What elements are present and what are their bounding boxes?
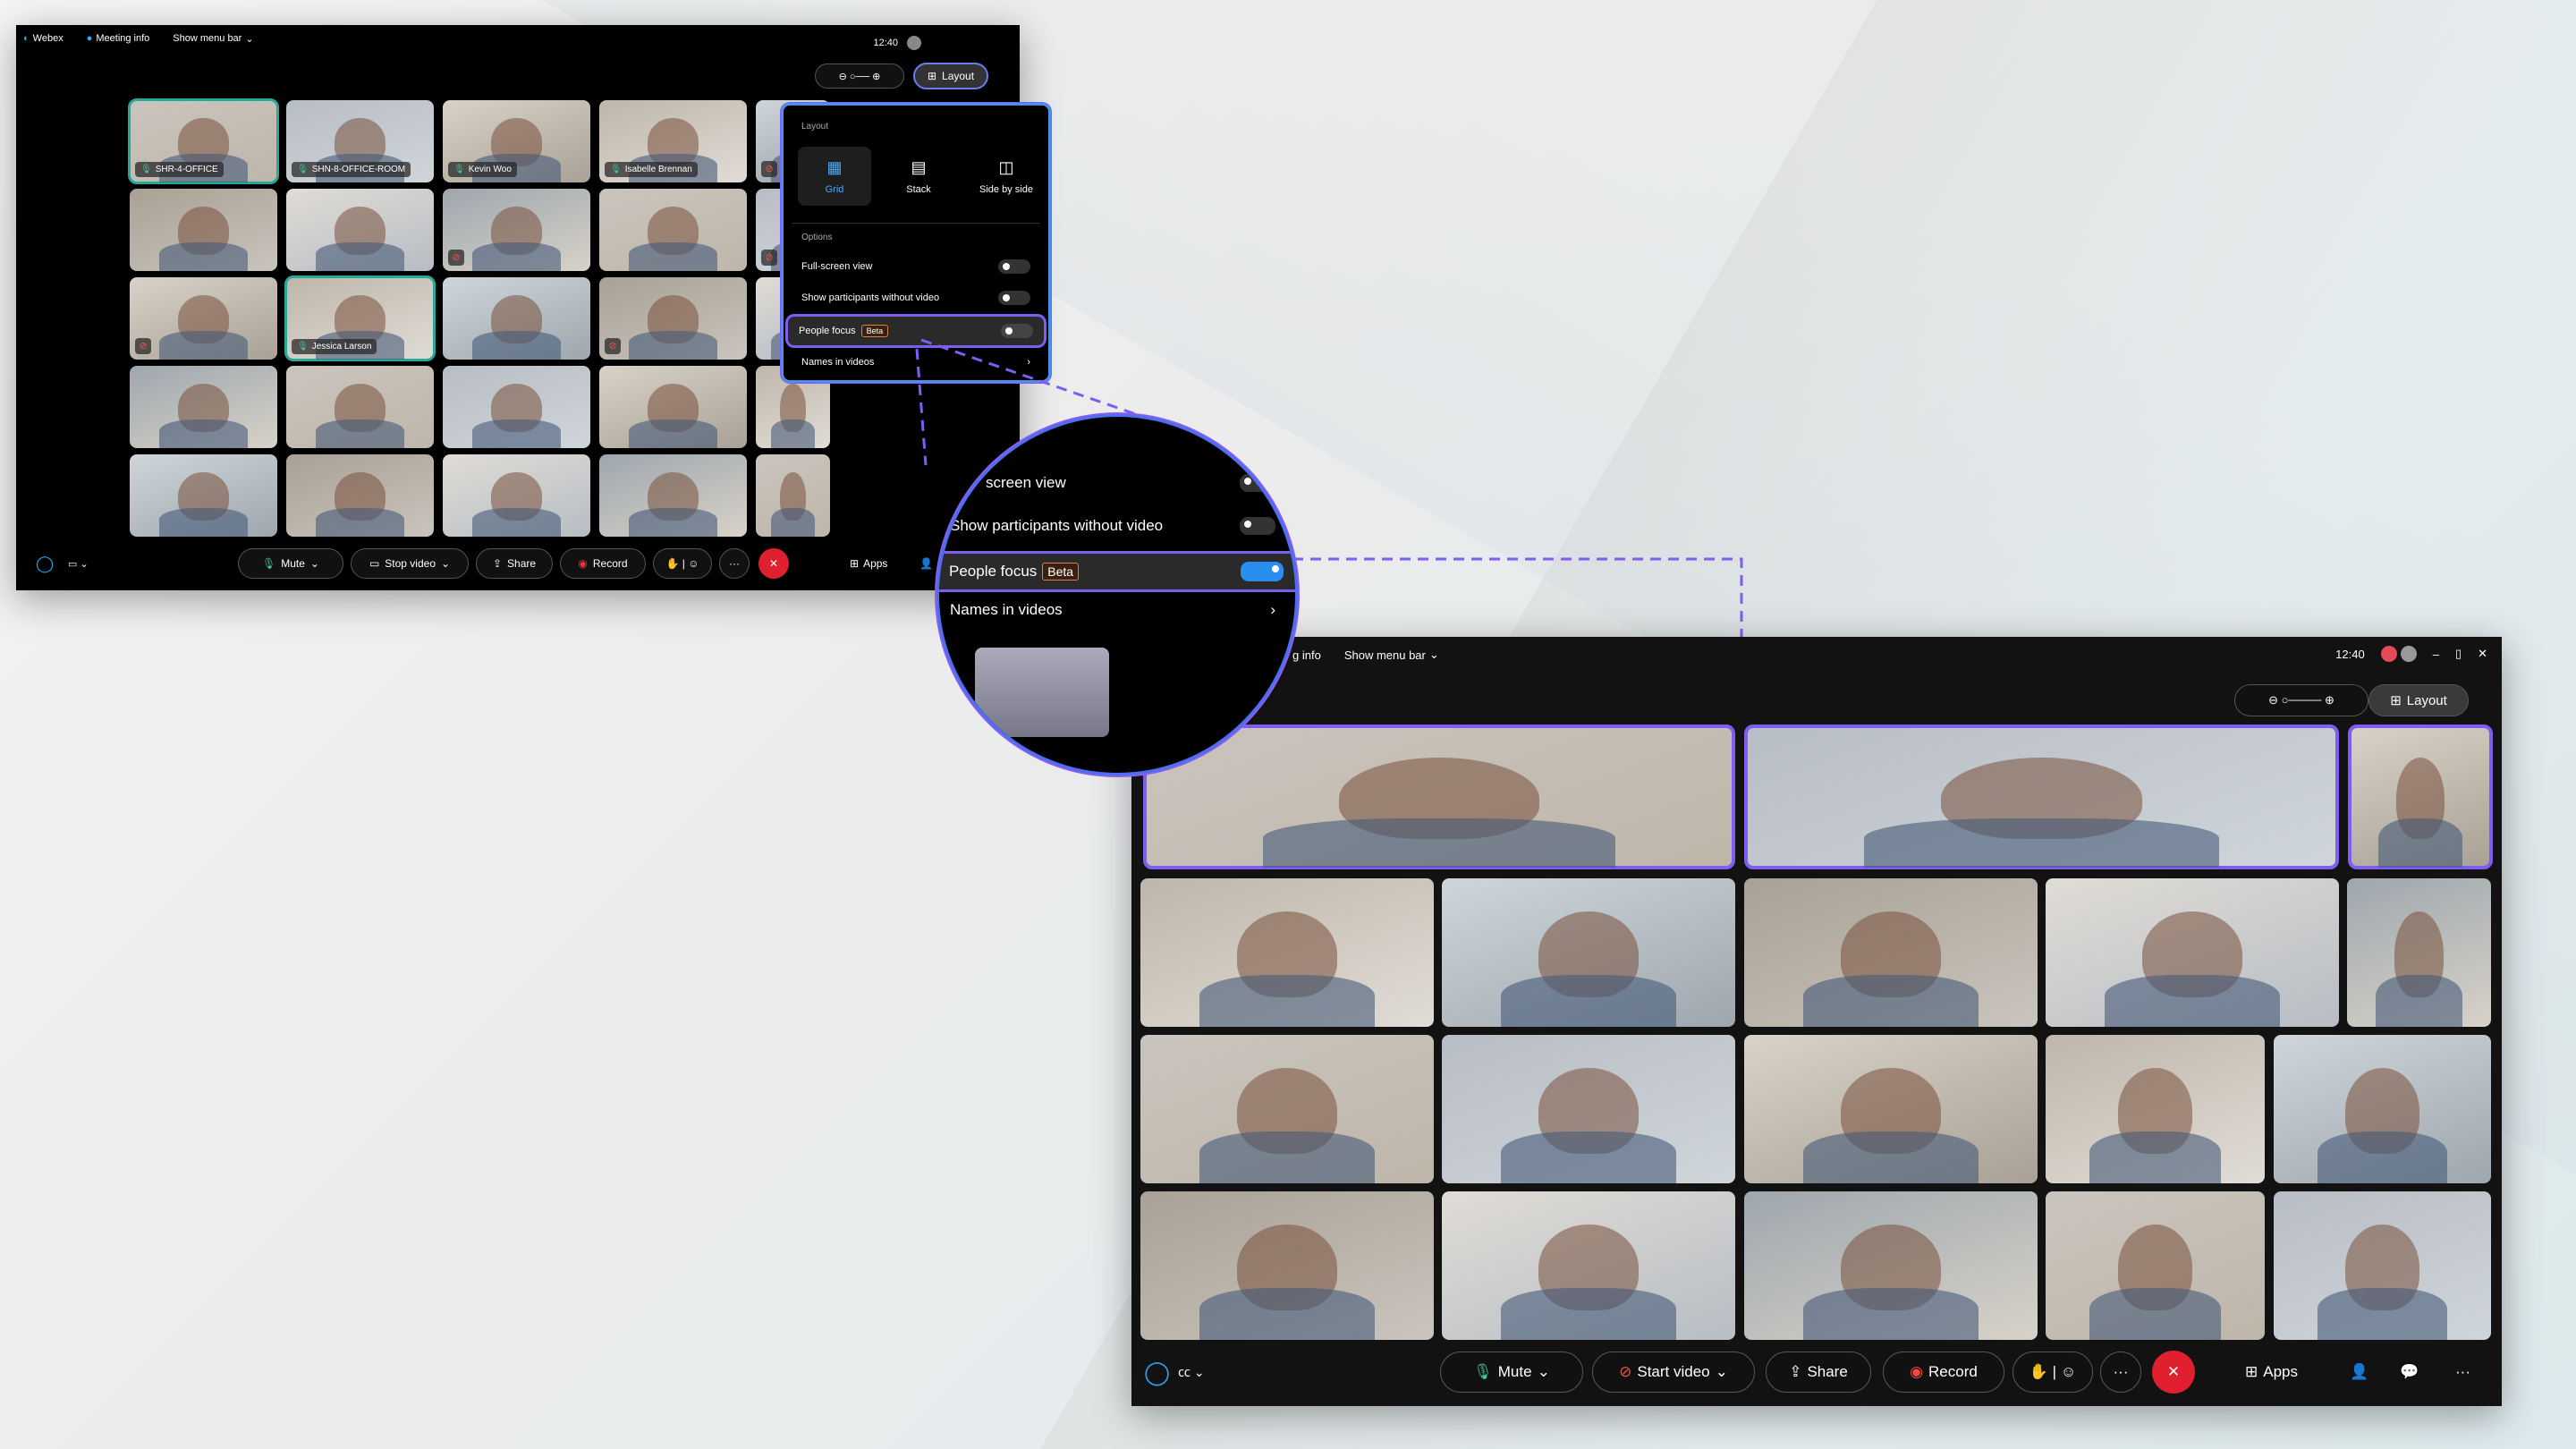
video-tile[interactable] <box>1744 1035 2038 1183</box>
video-tile[interactable] <box>2274 1191 2491 1340</box>
meeting-window-large: g info Show menu bar ⌄ 12:40 – ▯ ✕ ⊖ ○───… <box>1131 637 2502 1406</box>
video-tile[interactable] <box>1442 1191 1735 1340</box>
record-icon: ◉ <box>1910 1363 1924 1380</box>
video-tile[interactable] <box>1744 724 2339 869</box>
video-tile[interactable] <box>1140 878 1434 1027</box>
participant-video-body <box>2317 1131 2448 1183</box>
participant-video-body <box>2089 1287 2221 1340</box>
apps-icon: ⊞ <box>2245 1363 2258 1380</box>
participants-icon[interactable]: 👤 <box>2350 1363 2368 1381</box>
video-tile[interactable] <box>1744 878 2038 1027</box>
apps-button[interactable]: ⊞ Apps <box>2245 1363 2298 1381</box>
clock: 12:40 <box>2335 647 2365 661</box>
zoom-slider[interactable]: ⊖ ○──── ⊕ <box>2234 684 2368 716</box>
reactions-button[interactable]: ✋ | ☺ <box>2012 1352 2093 1393</box>
participant-video-body <box>1802 974 1979 1027</box>
participant-video-body <box>1199 1131 1376 1183</box>
video-tile[interactable] <box>1143 724 1735 869</box>
participant-video-body <box>1500 1287 1677 1340</box>
record-button[interactable]: ◉ Record <box>1883 1352 2004 1393</box>
recording-indicator-icon <box>2380 646 2397 662</box>
meeting-info-button[interactable]: g info <box>1292 648 1321 662</box>
show-participants-toggle[interactable] <box>1240 517 1275 535</box>
magnifier-callout: screen view Show participants without vi… <box>936 414 1298 775</box>
show-menu-bar-button[interactable]: Show menu bar ⌄ <box>1344 648 1439 662</box>
participant-video-body <box>2376 974 2462 1027</box>
participant-video-body <box>2317 1287 2448 1340</box>
video-tile[interactable] <box>2347 878 2491 1027</box>
video-tile[interactable] <box>2046 1035 2265 1183</box>
chat-icon[interactable]: 💬 <box>2400 1363 2419 1381</box>
people-focus-option: People focus Beta <box>939 551 1295 592</box>
video-tile[interactable] <box>2046 1191 2265 1340</box>
more-options-icon[interactable]: ··· <box>2455 1363 2470 1381</box>
participant-video-body <box>1500 1131 1677 1183</box>
full-screen-toggle[interactable] <box>1240 474 1275 492</box>
participant-video-body <box>1500 974 1677 1027</box>
avatar[interactable] <box>2400 646 2417 662</box>
participant-video-body <box>2104 974 2281 1027</box>
mute-button[interactable]: 🎙 Mute ⌄ <box>1440 1352 1583 1393</box>
video-tile[interactable] <box>1442 878 1735 1027</box>
video-tile[interactable] <box>2348 724 2493 869</box>
video-tile[interactable] <box>1744 1191 2038 1340</box>
participant-video-body <box>2377 818 2463 868</box>
participant-video-body <box>2089 1131 2221 1183</box>
video-tile[interactable] <box>2274 1035 2491 1183</box>
maximize-button[interactable]: ▯ <box>2455 647 2462 661</box>
participant-video-body <box>1199 1287 1376 1340</box>
names-in-videos-option[interactable]: Names in videos › <box>939 596 1286 624</box>
start-video-button[interactable]: ⊘ Start video ⌄ <box>1592 1352 1755 1393</box>
beta-badge: Beta <box>1042 563 1080 580</box>
captions-icon[interactable]: ㏄ ⌄ <box>1178 1363 1205 1381</box>
more-button[interactable]: ··· <box>2100 1352 2141 1393</box>
video-tile[interactable] <box>1140 1035 1434 1183</box>
share-icon: ⇪ <box>1789 1363 1802 1380</box>
title-bar: g info Show menu bar ⌄ <box>1131 637 2502 673</box>
grid-icon: ⊞ <box>2390 693 2402 708</box>
close-window-button[interactable]: ✕ <box>2478 647 2487 661</box>
layout-button[interactable]: ⊞ Layout <box>2368 684 2469 716</box>
end-call-button[interactable]: ✕ <box>2152 1351 2195 1394</box>
webex-assistant-icon[interactable]: ◯ <box>1144 1359 1170 1386</box>
people-focus-toggle[interactable] <box>1241 562 1284 581</box>
participant-video-body <box>1802 1287 1979 1340</box>
video-tile[interactable] <box>2046 878 2339 1027</box>
minimize-button[interactable]: – <box>2433 648 2439 661</box>
chevron-down-icon: ⌄ <box>1428 648 1439 661</box>
share-button[interactable]: ⇪ Share <box>1766 1352 1871 1393</box>
participant-video-body <box>1262 818 1616 868</box>
close-icon: ✕ <box>2166 1363 2181 1380</box>
participant-video-body <box>1199 974 1376 1027</box>
participant-video-body <box>1802 1131 1979 1183</box>
chevron-right-icon: › <box>1270 601 1275 618</box>
video-tile[interactable] <box>1442 1035 1735 1183</box>
participant-video-body <box>1864 818 2219 868</box>
microphone-icon: 🎙 <box>1473 1363 1493 1380</box>
video-tile[interactable] <box>975 648 1109 737</box>
camera-off-icon: ⊘ <box>1619 1363 1632 1380</box>
video-tile[interactable] <box>1140 1191 1434 1340</box>
